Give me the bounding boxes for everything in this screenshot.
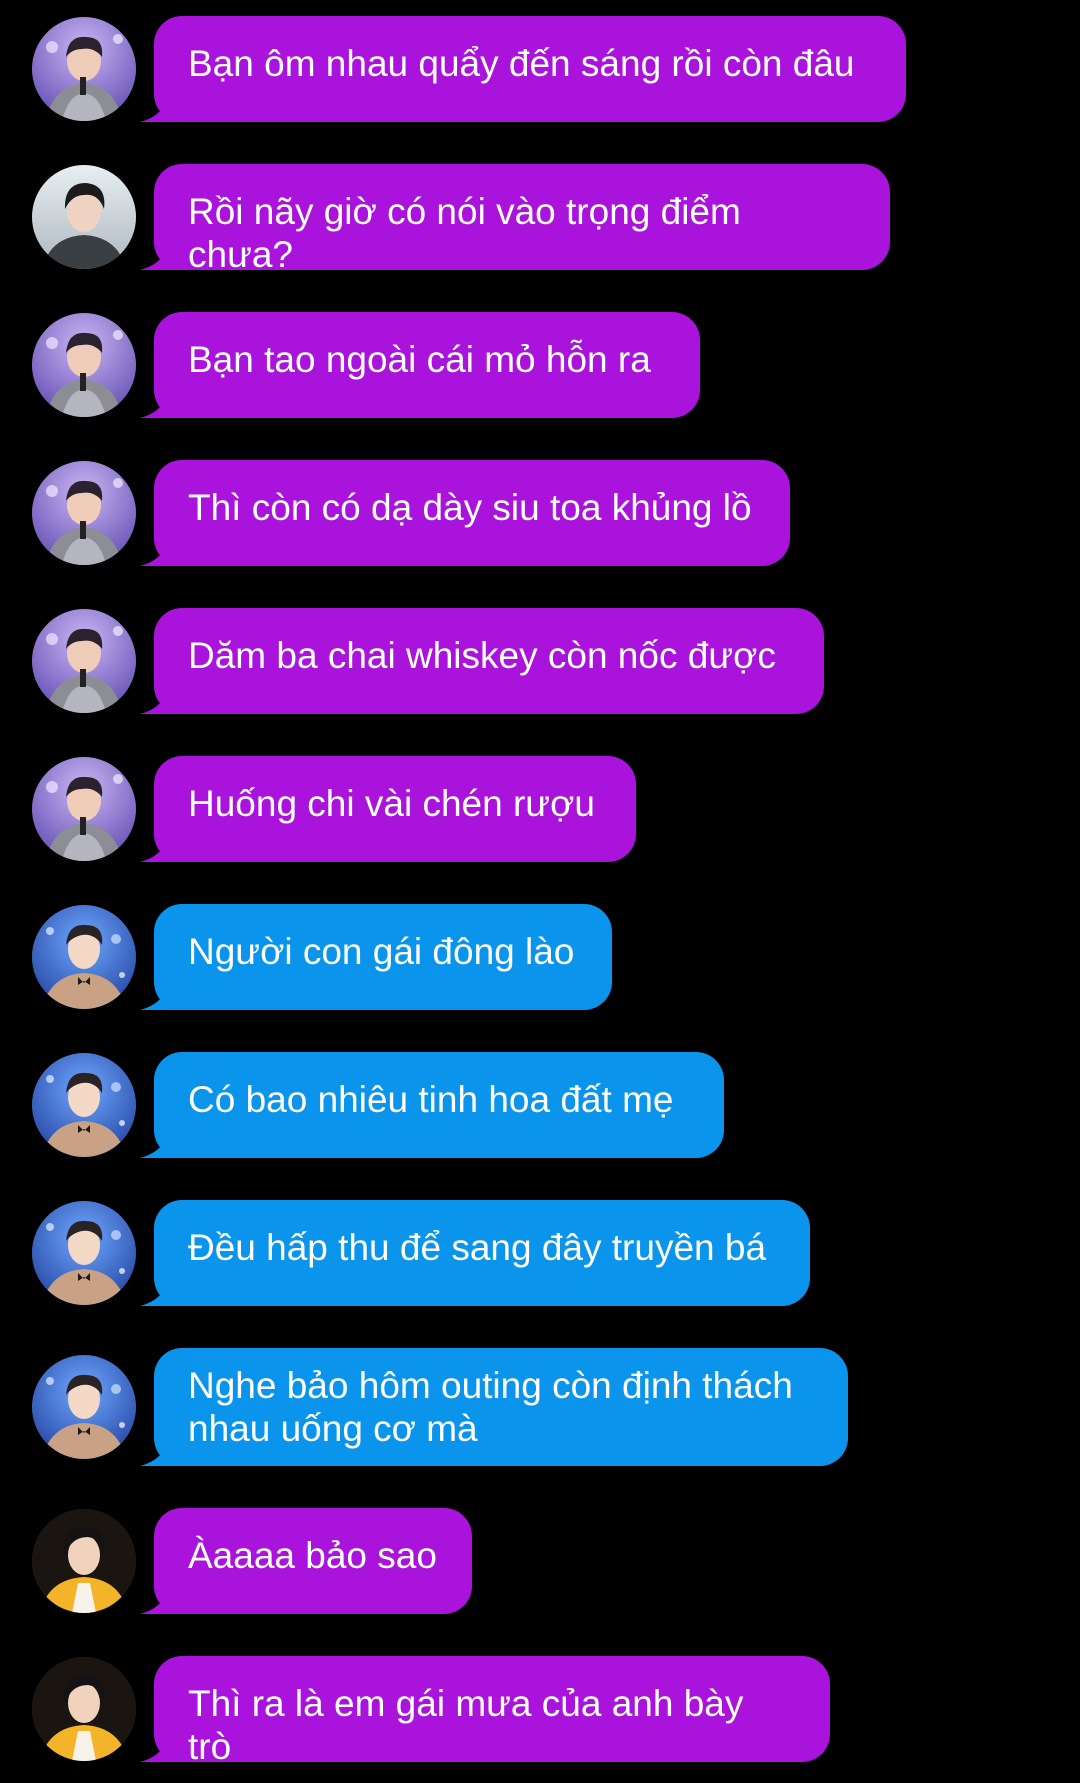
avatar[interactable] xyxy=(32,17,136,121)
message-bubble[interactable]: Nghe bảo hôm outing còn định thách nhau … xyxy=(154,1348,848,1466)
avatar[interactable] xyxy=(32,1509,136,1613)
message-bubble[interactable]: Bạn ôm nhau quẩy đến sáng rồi còn đâu xyxy=(154,16,906,122)
message-row: Àaaaa bảo sao xyxy=(0,1508,1080,1614)
avatar[interactable] xyxy=(32,1201,136,1305)
message-row: Có bao nhiêu tinh hoa đất mẹ xyxy=(0,1052,1080,1158)
avatar[interactable] xyxy=(32,165,136,269)
message-bubble[interactable]: Đều hấp thu để sang đây truyền bá xyxy=(154,1200,810,1306)
message-row: Dăm ba chai whiskey còn nốc được xyxy=(0,608,1080,714)
message-bubble[interactable]: Thì còn có dạ dày siu toa khủng lồ xyxy=(154,460,790,566)
message-bubble[interactable]: Thì ra là em gái mưa của anh bày trò xyxy=(154,1656,830,1767)
chat-message-list[interactable]: Bạn ôm nhau quẩy đến sáng rồi còn đâu Rồi… xyxy=(0,0,1080,1783)
message-row: Bạn ôm nhau quẩy đến sáng rồi còn đâu xyxy=(0,16,1080,122)
message-row: Huống chi vài chén rượu xyxy=(0,756,1080,862)
message-bubble[interactable]: Àaaaa bảo sao xyxy=(154,1508,472,1614)
avatar[interactable] xyxy=(32,609,136,713)
message-bubble[interactable]: Dăm ba chai whiskey còn nốc được xyxy=(154,608,824,714)
avatar[interactable] xyxy=(32,757,136,861)
message-row: Đều hấp thu để sang đây truyền bá xyxy=(0,1200,1080,1306)
message-bubble[interactable]: Có bao nhiêu tinh hoa đất mẹ xyxy=(154,1052,724,1158)
avatar[interactable] xyxy=(32,461,136,565)
avatar[interactable] xyxy=(32,1657,136,1761)
message-row: Bạn tao ngoài cái mỏ hỗn ra xyxy=(0,312,1080,418)
message-row: Nghe bảo hôm outing còn định thách nhau … xyxy=(0,1348,1080,1466)
message-row: Thì ra là em gái mưa của anh bày trò xyxy=(0,1656,1080,1767)
avatar[interactable] xyxy=(32,313,136,417)
message-row: Rồi nãy giờ có nói vào trọng điểm chưa? xyxy=(0,164,1080,275)
message-row: Thì còn có dạ dày siu toa khủng lồ xyxy=(0,460,1080,566)
avatar[interactable] xyxy=(32,1355,136,1459)
message-row: Người con gái đông lào xyxy=(0,904,1080,1010)
message-bubble[interactable]: Rồi nãy giờ có nói vào trọng điểm chưa? xyxy=(154,164,890,275)
message-bubble[interactable]: Bạn tao ngoài cái mỏ hỗn ra xyxy=(154,312,700,418)
message-bubble[interactable]: Huống chi vài chén rượu xyxy=(154,756,636,862)
message-bubble[interactable]: Người con gái đông lào xyxy=(154,904,612,1010)
avatar[interactable] xyxy=(32,1053,136,1157)
avatar[interactable] xyxy=(32,905,136,1009)
